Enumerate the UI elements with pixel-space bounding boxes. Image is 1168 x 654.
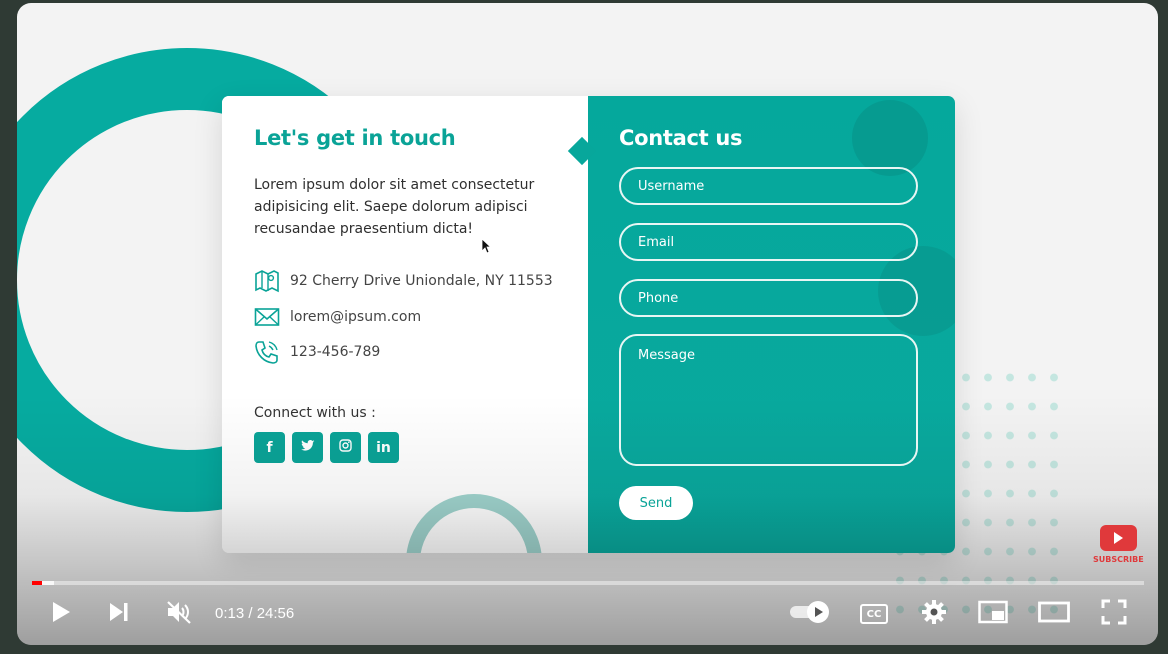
progress-played	[32, 581, 42, 585]
phone-placeholder: Phone	[638, 290, 679, 306]
video-player[interactable]: Let's get in touch Lorem ipsum dolor sit…	[17, 3, 1158, 645]
message-textarea[interactable]: Message	[619, 334, 918, 466]
twitter-icon	[300, 439, 315, 456]
settings-button[interactable]	[919, 599, 949, 629]
phone-row: 123-456-789	[254, 339, 380, 365]
connect-label: Connect with us :	[254, 405, 376, 421]
contact-info-panel: Let's get in touch Lorem ipsum dolor sit…	[222, 96, 588, 553]
map-icon	[254, 268, 280, 294]
decorative-circle	[852, 100, 928, 176]
phone-text: 123-456-789	[290, 344, 381, 360]
time-display: 0:13 / 24:56	[215, 605, 295, 622]
youtube-play-icon	[1099, 525, 1137, 551]
address-text: 92 Cherry Drive Uniondale, NY 11553	[290, 273, 553, 289]
gear-icon	[921, 599, 947, 629]
decorative-ring-small	[406, 494, 542, 553]
username-input[interactable]: Username	[619, 167, 918, 205]
info-title: Let's get in touch	[254, 126, 456, 150]
mute-button[interactable]	[164, 599, 194, 629]
subscribe-label: SUBSCRIBE	[1093, 555, 1144, 564]
facebook-icon: f	[266, 439, 273, 456]
contact-card: Let's get in touch Lorem ipsum dolor sit…	[222, 96, 955, 553]
next-button[interactable]	[106, 599, 132, 629]
email-row: lorem@ipsum.com	[254, 304, 421, 330]
envelope-icon	[254, 304, 280, 330]
address-row: 92 Cherry Drive Uniondale, NY 11553	[254, 268, 553, 294]
email-placeholder: Email	[638, 234, 675, 250]
volume-muted-icon	[165, 599, 193, 629]
phone-icon	[254, 339, 280, 365]
theater-mode-button[interactable]	[1037, 599, 1071, 629]
mouse-cursor-icon	[481, 238, 492, 258]
instagram-button[interactable]	[330, 432, 361, 463]
info-description: Lorem ipsum dolor sit amet consectetur a…	[254, 177, 535, 237]
email-text: lorem@ipsum.com	[290, 309, 422, 325]
autoplay-toggle[interactable]	[788, 599, 832, 629]
fullscreen-button[interactable]	[1099, 599, 1129, 629]
subscribe-watermark[interactable]: SUBSCRIBE	[1093, 525, 1144, 564]
play-button[interactable]	[47, 599, 75, 629]
twitter-button[interactable]	[292, 432, 323, 463]
send-button[interactable]: Send	[619, 486, 693, 520]
progress-bar[interactable]	[32, 581, 1144, 585]
phone-input[interactable]: Phone	[619, 279, 918, 317]
username-placeholder: Username	[638, 178, 705, 194]
form-title: Contact us	[619, 126, 743, 150]
fullscreen-icon	[1101, 599, 1127, 629]
play-icon	[50, 600, 72, 628]
miniplayer-button[interactable]	[977, 599, 1009, 629]
captions-icon: CC	[860, 604, 888, 624]
contact-form-panel: Contact us Username Email Phone Message …	[588, 96, 955, 553]
message-placeholder: Message	[638, 348, 695, 363]
linkedin-button[interactable]: in	[368, 432, 399, 463]
autoplay-toggle-icon	[788, 600, 832, 628]
instagram-icon	[339, 439, 352, 456]
captions-button[interactable]: CC	[858, 599, 890, 629]
linkedin-icon: in	[376, 439, 391, 456]
miniplayer-icon	[978, 600, 1008, 628]
theater-mode-icon	[1038, 601, 1070, 627]
facebook-button[interactable]: f	[254, 432, 285, 463]
social-links: f in	[254, 432, 399, 463]
skip-next-icon	[107, 601, 131, 627]
email-input[interactable]: Email	[619, 223, 918, 261]
